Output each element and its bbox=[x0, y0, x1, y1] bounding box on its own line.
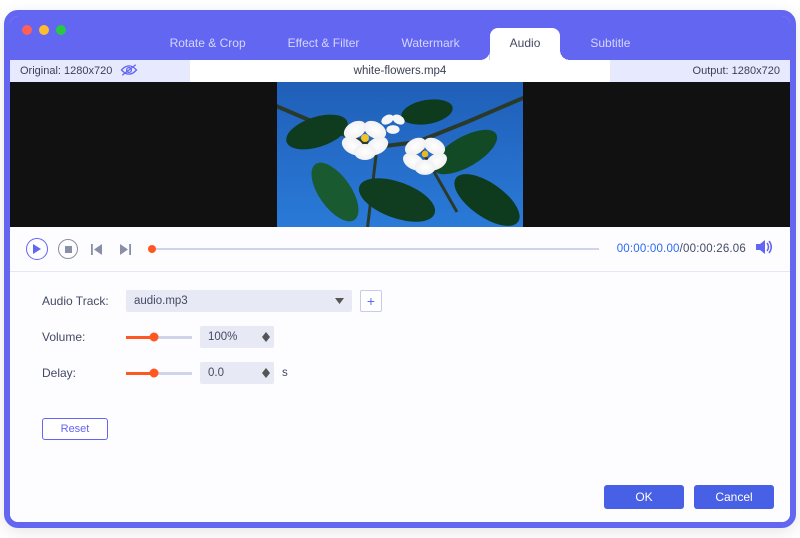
delay-knob[interactable] bbox=[149, 369, 158, 378]
volume-spinner[interactable]: 100% bbox=[200, 326, 274, 348]
total-time: 00:00:26.06 bbox=[683, 243, 746, 255]
titlebar: Rotate & Crop Effect & Filter Watermark … bbox=[10, 16, 790, 60]
volume-slider[interactable] bbox=[126, 336, 192, 339]
playback-bar: 00:00:00.00/00:00:26.06 bbox=[10, 227, 790, 272]
footer: OK Cancel bbox=[10, 476, 790, 522]
volume-stepper[interactable] bbox=[262, 332, 270, 342]
preview-frame bbox=[277, 82, 523, 227]
audio-track-value: audio.mp3 bbox=[134, 295, 188, 307]
original-label: Original: 1280x720 bbox=[20, 65, 112, 77]
output-label: Output: 1280x720 bbox=[693, 65, 780, 77]
tab-rotate-crop[interactable]: Rotate & Crop bbox=[158, 28, 258, 60]
stop-button[interactable] bbox=[58, 239, 78, 259]
volume-label: Volume: bbox=[42, 330, 118, 344]
original-resolution: Original: 1280x720 bbox=[10, 60, 190, 82]
caret-down-icon bbox=[335, 295, 344, 307]
volume-icon[interactable] bbox=[756, 239, 774, 260]
volume-row: Volume: 100% bbox=[42, 326, 382, 348]
info-bar: Original: 1280x720 white-flowers.mp4 Out… bbox=[10, 60, 790, 82]
close-window-icon[interactable] bbox=[22, 25, 32, 35]
prev-frame-button[interactable] bbox=[88, 240, 106, 258]
tab-bar: Rotate & Crop Effect & Filter Watermark … bbox=[10, 16, 790, 60]
volume-knob[interactable] bbox=[149, 333, 158, 342]
maximize-window-icon[interactable] bbox=[56, 25, 66, 35]
output-resolution: Output: 1280x720 bbox=[610, 60, 790, 82]
audio-track-row: Audio Track: audio.mp3 + bbox=[42, 290, 382, 312]
play-button[interactable] bbox=[26, 238, 48, 260]
editor-window: Rotate & Crop Effect & Filter Watermark … bbox=[4, 10, 796, 528]
add-audio-button[interactable]: + bbox=[360, 290, 382, 312]
delay-slider[interactable] bbox=[126, 372, 192, 375]
tab-watermark[interactable]: Watermark bbox=[389, 28, 471, 60]
window-controls bbox=[22, 25, 66, 35]
minimize-window-icon[interactable] bbox=[39, 25, 49, 35]
delay-spinner[interactable]: 0.0 bbox=[200, 362, 274, 384]
delay-label: Delay: bbox=[42, 366, 118, 380]
next-frame-button[interactable] bbox=[116, 240, 134, 258]
delay-stepper[interactable] bbox=[262, 368, 270, 378]
volume-value: 100% bbox=[208, 331, 258, 343]
video-preview bbox=[10, 82, 790, 227]
ok-button[interactable]: OK bbox=[604, 485, 684, 509]
delay-value: 0.0 bbox=[208, 367, 258, 379]
timecode: 00:00:00.00/00:00:26.06 bbox=[617, 243, 746, 255]
delay-unit: s bbox=[282, 367, 288, 379]
audio-track-select[interactable]: audio.mp3 bbox=[126, 290, 352, 312]
tab-effect-filter[interactable]: Effect & Filter bbox=[276, 28, 372, 60]
seek-bar[interactable] bbox=[152, 248, 599, 250]
audio-form: Audio Track: audio.mp3 + Volume: 100% bbox=[10, 272, 382, 476]
tab-subtitle[interactable]: Subtitle bbox=[578, 28, 642, 60]
reset-button[interactable]: Reset bbox=[42, 418, 108, 440]
down-arrow-icon[interactable] bbox=[262, 373, 270, 378]
tab-audio[interactable]: Audio bbox=[490, 28, 561, 60]
cancel-button[interactable]: Cancel bbox=[694, 485, 774, 509]
delay-row: Delay: 0.0 s bbox=[42, 362, 382, 384]
current-time: 00:00:00.00 bbox=[617, 243, 680, 255]
filename: white-flowers.mp4 bbox=[190, 60, 610, 82]
down-arrow-icon[interactable] bbox=[262, 337, 270, 342]
audio-track-label: Audio Track: bbox=[42, 294, 118, 308]
hide-original-icon[interactable] bbox=[120, 63, 138, 80]
audio-panel: Audio Track: audio.mp3 + Volume: 100% bbox=[10, 272, 790, 476]
seek-handle[interactable] bbox=[148, 245, 156, 253]
